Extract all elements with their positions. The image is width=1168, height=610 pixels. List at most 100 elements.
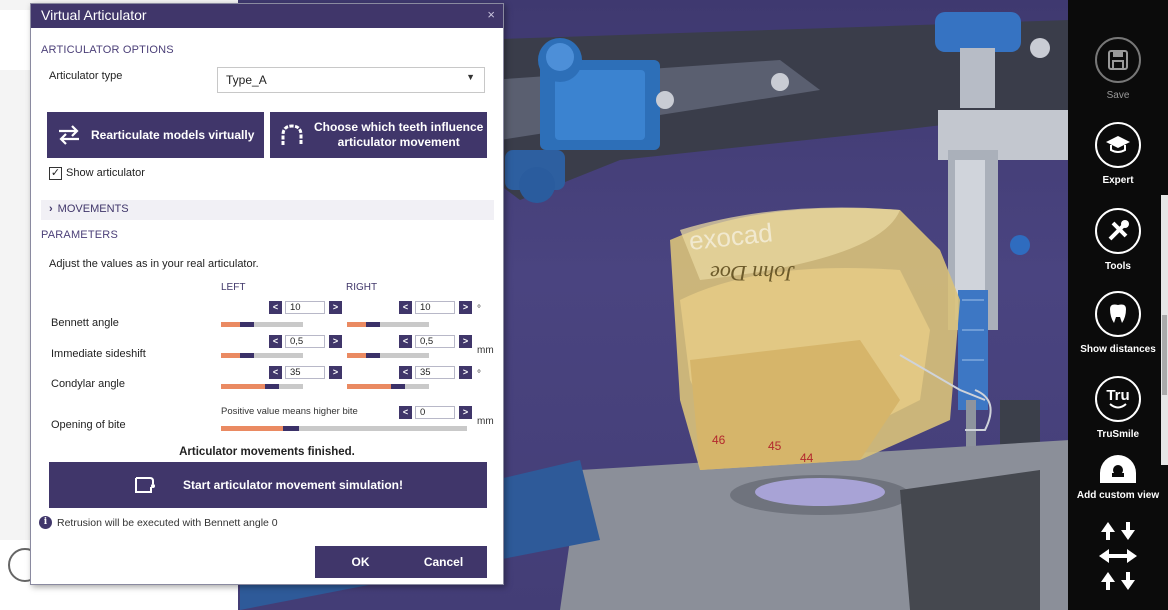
bite-slider[interactable] [221, 426, 467, 431]
rearticulate-label: Rearticulate models virtually [91, 128, 255, 142]
increment-arrow-icon[interactable]: > [329, 366, 342, 379]
show-distances-button[interactable]: Show distances [1068, 291, 1168, 355]
bite-note: Positive value means higher bite [221, 406, 358, 417]
bennett-right-slider[interactable] [347, 322, 429, 327]
chevron-right-icon: › [49, 203, 53, 215]
articulator-type-value: Type_A [226, 73, 267, 87]
increment-arrow-icon[interactable]: > [459, 335, 472, 348]
sideshift-right-value[interactable]: 0,5 [415, 335, 455, 348]
save-label: Save [1106, 90, 1130, 101]
parameters-heading: PARAMETERS [41, 229, 118, 241]
increment-arrow-icon[interactable]: > [459, 301, 472, 314]
model-name-text: John Doe [710, 261, 795, 286]
info-icon: i [39, 516, 52, 529]
decrement-arrow-icon[interactable]: < [399, 301, 412, 314]
retrusion-note: Retrusion will be executed with Bennett … [57, 516, 278, 529]
articulator-type-label: Articulator type [49, 70, 123, 82]
close-icon[interactable]: × [487, 7, 495, 22]
bennett-left-value[interactable]: 10 [285, 301, 325, 314]
trusmile-glyph: Tru [1106, 387, 1130, 404]
increment-arrow-icon[interactable]: > [459, 366, 472, 379]
slider-knob[interactable] [283, 426, 299, 431]
save-icon [1095, 37, 1141, 83]
increment-arrow-icon[interactable]: > [329, 301, 342, 314]
articulator-type-select[interactable]: Type_A ▼ [217, 67, 485, 93]
bennett-right-value[interactable]: 10 [415, 301, 455, 314]
tools-icon [1095, 208, 1141, 254]
decrement-arrow-icon[interactable]: < [269, 335, 282, 348]
sideshift-left-value[interactable]: 0,5 [285, 335, 325, 348]
expert-label: Expert [1102, 175, 1134, 186]
articulator-options-heading: ARTICULATOR OPTIONS [41, 44, 174, 56]
add-custom-view-button[interactable]: Add custom view [1068, 455, 1168, 501]
virtual-articulator-dialog: Virtual Articulator × ARTICULATOR OPTION… [30, 3, 504, 585]
tooth-number-44: 44 [800, 451, 814, 465]
save-button[interactable]: Save [1068, 37, 1168, 101]
ok-button[interactable]: OK [315, 546, 406, 578]
movements-expander[interactable]: › MOVEMENTS [41, 200, 494, 220]
sideshift-left-slider[interactable] [221, 353, 303, 358]
retrusion-info: i Retrusion will be executed with Bennet… [39, 516, 278, 529]
increment-arrow-icon[interactable]: > [329, 335, 342, 348]
add-custom-view-label: Add custom view [1076, 490, 1160, 501]
camera-view-icon [1100, 455, 1136, 483]
start-simulation-button[interactable]: Start articulator movement simulation! [49, 462, 487, 508]
bennett-left-slider[interactable] [221, 322, 303, 327]
cancel-button[interactable]: Cancel [400, 546, 487, 578]
tools-label: Tools [1105, 261, 1131, 272]
trusmile-label: TruSmile [1096, 429, 1140, 440]
sideshift-right-slider[interactable] [347, 353, 429, 358]
bite-value[interactable]: 0 [415, 406, 455, 419]
show-articulator-label: Show articulator [66, 167, 145, 179]
immediate-sideshift-label: Immediate sideshift [51, 348, 146, 360]
app-panel-header [0, 10, 30, 70]
view-arrows-icon [1099, 522, 1137, 590]
decrement-arrow-icon[interactable]: < [399, 366, 412, 379]
increment-arrow-icon[interactable]: > [459, 406, 472, 419]
decrement-arrow-icon[interactable]: < [269, 366, 282, 379]
parameters-hint: Adjust the values as in your real articu… [49, 258, 259, 270]
tooth-number-45: 45 [768, 439, 782, 453]
condylar-left-value[interactable]: 35 [285, 366, 325, 379]
rearticulate-button[interactable]: Rearticulate models virtually [47, 112, 264, 158]
bennett-angle-label: Bennett angle [51, 317, 119, 329]
view-direction-control[interactable] [1068, 518, 1168, 610]
movements-label: MOVEMENTS [57, 203, 129, 215]
checkbox-check-icon[interactable]: ✓ [49, 167, 62, 180]
condylar-right-slider[interactable] [347, 384, 429, 389]
articulator-icon [133, 475, 155, 495]
left-column-heading: LEFT [221, 282, 246, 293]
condylar-unit: ° [477, 369, 481, 380]
slider-knob[interactable] [265, 384, 279, 389]
tooth-distance-icon [1095, 291, 1141, 337]
opening-of-bite-label: Opening of bite [51, 419, 126, 431]
slider-knob[interactable] [240, 322, 254, 327]
dialog-title: Virtual Articulator [41, 7, 147, 23]
condylar-left-slider[interactable] [221, 384, 303, 389]
chevron-down-icon: ▼ [466, 72, 475, 82]
tools-button[interactable]: Tools [1068, 208, 1168, 272]
condylar-right-value[interactable]: 35 [415, 366, 455, 379]
dialog-titlebar[interactable]: Virtual Articulator × [31, 4, 503, 28]
trusmile-button[interactable]: Tru TruSmile [1068, 376, 1168, 440]
trusmile-icon: Tru [1095, 376, 1141, 422]
slider-knob[interactable] [240, 353, 254, 358]
show-distances-label: Show distances [1080, 344, 1156, 355]
decrement-arrow-icon[interactable]: < [269, 301, 282, 314]
right-column-heading: RIGHT [346, 282, 378, 293]
slider-knob[interactable] [366, 353, 380, 358]
choose-teeth-label-line1: Choose which teeth influence [314, 120, 484, 134]
condylar-angle-label: Condylar angle [51, 378, 125, 390]
right-toolbar: Save Expert Tools Show distances Tru Tru… [1068, 0, 1168, 610]
start-simulation-label: Start articulator movement simulation! [182, 478, 404, 492]
toolbar-scrollbar[interactable] [1161, 195, 1168, 465]
choose-teeth-button[interactable]: Choose which teeth influence articulator… [270, 112, 487, 158]
toolbar-scrollbar-thumb[interactable] [1162, 315, 1167, 395]
slider-knob[interactable] [391, 384, 405, 389]
bennett-unit: ° [477, 304, 481, 315]
swap-arrows-icon [53, 124, 85, 146]
decrement-arrow-icon[interactable]: < [399, 406, 412, 419]
decrement-arrow-icon[interactable]: < [399, 335, 412, 348]
slider-knob[interactable] [366, 322, 380, 327]
expert-button[interactable]: Expert [1068, 122, 1168, 186]
